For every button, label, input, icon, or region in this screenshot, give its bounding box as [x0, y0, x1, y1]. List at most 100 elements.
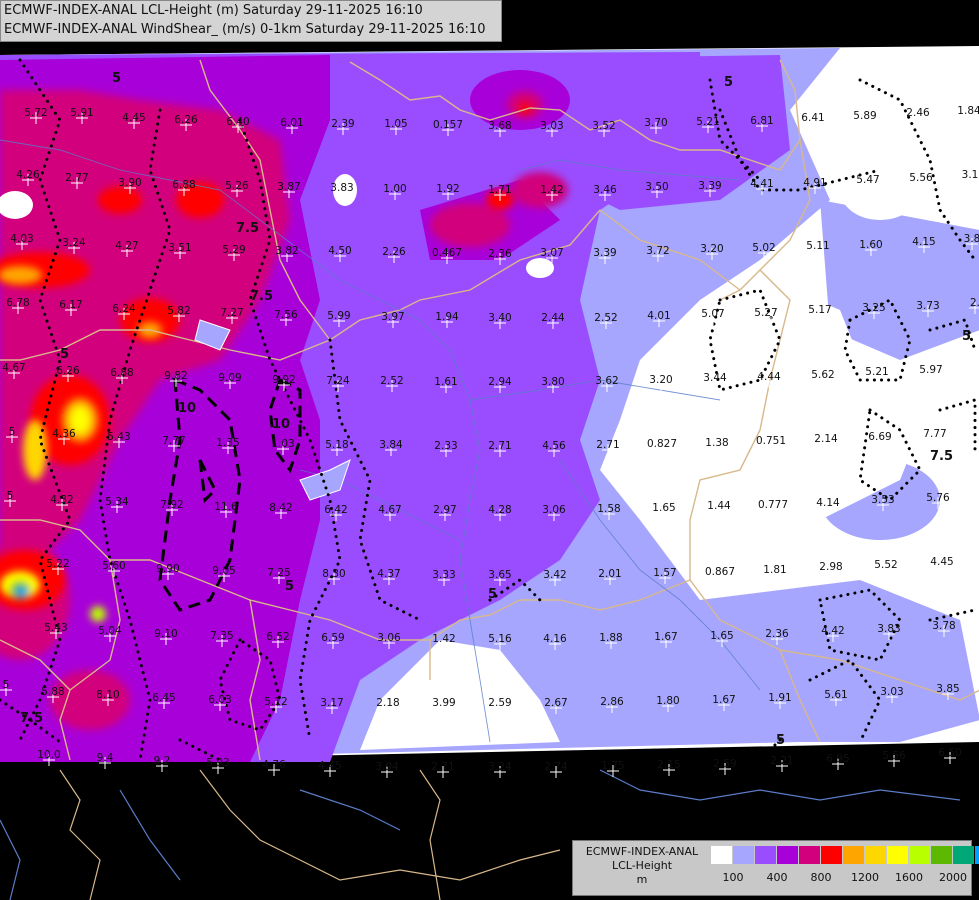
grid-value: 2.74 [544, 761, 568, 773]
grid-value: 3.70 [644, 117, 667, 129]
grid-value: 4.67 [2, 362, 25, 374]
grid-value: 2.94 [488, 376, 512, 388]
legend-swatch [821, 846, 842, 864]
grid-value: 4.16 [543, 633, 567, 645]
grid-value: 2.71 [488, 440, 511, 452]
grid-value: 7.35 [210, 630, 233, 642]
grid-value: 2.71 [596, 439, 619, 451]
grid-value: 6.50 [938, 747, 961, 759]
grid-value: 2.18 [376, 697, 399, 709]
grid-value: 3.03 [880, 686, 903, 698]
grid-value: 9.2 [154, 755, 171, 767]
legend-tick: 400 [766, 871, 788, 884]
grid-value: 5.99 [327, 310, 350, 322]
grid-value: 5 [7, 490, 14, 502]
grid-value: 5.43 [107, 431, 130, 443]
grid-value: 2.14 [814, 433, 838, 445]
contour-label: 7.5 [20, 711, 43, 726]
grid-value: 3.83 [330, 182, 353, 194]
grid-value: 4.03 [10, 233, 33, 245]
grid-value: 2.67 [544, 697, 567, 709]
grid-value: 2.46 [906, 107, 930, 119]
grid-value: 5.27 [754, 307, 777, 319]
grid-value: 2.26 [382, 246, 406, 258]
grid-value: 1.00 [383, 183, 406, 195]
grid-value: 1.92 [436, 183, 459, 195]
grid-value: 2.59 [488, 697, 511, 709]
grid-value: 3.24 [488, 761, 512, 773]
grid-value: 0.827 [647, 438, 677, 450]
grid-value: 1.35 [216, 437, 239, 449]
grid-value: 7.56 [274, 309, 298, 321]
grid-value: 5.82 [167, 305, 190, 317]
legend-swatch [909, 846, 930, 864]
grid-value: 4.91 [803, 177, 826, 189]
contour-label: 5 [962, 329, 971, 344]
grid-value: 2.15 [657, 759, 680, 771]
grid-value: 11.6 [214, 501, 238, 513]
grid-value: 4.45 [930, 556, 953, 568]
grid-value: 1.81 [763, 564, 786, 576]
map-header: ECMWF-INDEX-ANAL LCL-Height (m) Saturday… [0, 0, 502, 42]
legend-swatch [755, 846, 776, 864]
contour-label: 10 [178, 401, 196, 416]
grid-value: 2.01 [598, 568, 621, 580]
grid-value: 5.52 [874, 559, 897, 571]
grid-value: 6.26 [56, 365, 80, 377]
grid-value: 5.89 [853, 110, 876, 122]
grid-value: 3.07 [540, 247, 563, 259]
grid-value: 2.39 [331, 118, 354, 130]
contour-label: 7.5 [930, 449, 953, 464]
grid-value: 1.42 [432, 633, 455, 645]
grid-value: 4.44 [757, 371, 781, 383]
contour-label: 7.5 [250, 289, 273, 304]
grid-value: 5.34 [105, 496, 129, 508]
grid-value: 4.37 [377, 568, 400, 580]
grid-value: 1.67 [712, 694, 735, 706]
grid-value: 3.8 [964, 233, 979, 245]
grid-value: 7.25 [267, 567, 290, 579]
grid-value: 10.0 [37, 749, 60, 761]
grid-value: 6.69 [868, 431, 891, 443]
grid-value: 4.01 [647, 310, 670, 322]
grid-value: 1.71 [488, 184, 511, 196]
grid-value: 1.44 [707, 500, 731, 512]
grid-value: 1.94 [435, 311, 459, 323]
grid-value: 2.71 [431, 761, 454, 773]
legend-tick: 800 [810, 871, 832, 884]
grid-value: 3.80 [541, 376, 564, 388]
grid-value: 5.26 [225, 180, 249, 192]
grid-value: 3.87 [277, 181, 300, 193]
grid-value: 3.53 [871, 494, 894, 506]
grid-value: 1.38 [705, 437, 728, 449]
grid-value: 2.36 [765, 628, 789, 640]
grid-value: 6.95 [826, 753, 849, 765]
legend-swatch [865, 846, 886, 864]
grid-value: 4.15 [912, 236, 935, 248]
grid-value: 1.65 [710, 630, 733, 642]
grid-value: 3.42 [543, 569, 566, 581]
grid-value: 1.61 [434, 376, 457, 388]
grid-value: 5.07 [701, 308, 724, 320]
grid-value: 7.92 [160, 499, 183, 511]
grid-value: 1.58 [597, 503, 620, 515]
grid-value: 3.94 [375, 761, 399, 773]
grid-value: 3.99 [432, 697, 455, 709]
grid-value: 6.78 [6, 297, 29, 309]
grid-value: 5.21 [696, 116, 719, 128]
legend-swatch [953, 846, 974, 864]
legend-swatch [887, 846, 908, 864]
grid-value: 6.42 [324, 504, 347, 516]
grid-value: 5 [9, 426, 16, 438]
grid-value: 6.01 [280, 117, 303, 129]
grid-value: 5.91 [70, 107, 93, 119]
grid-value: 4.76 [262, 759, 286, 771]
grid-value: 5.04 [98, 625, 122, 637]
grid-value: 2.86 [600, 696, 624, 708]
grid-value: 1.42 [540, 184, 563, 196]
weather-map: 5 7.5 7.5 10 10 5 5 5 7.5 5 5 7.5 5 5.72… [0, 0, 979, 900]
grid-value: 6.88 [110, 367, 133, 379]
grid-value: 5.12 [264, 696, 287, 708]
grid-value: 6.26 [174, 114, 198, 126]
grid-value: 2.33 [434, 440, 457, 452]
